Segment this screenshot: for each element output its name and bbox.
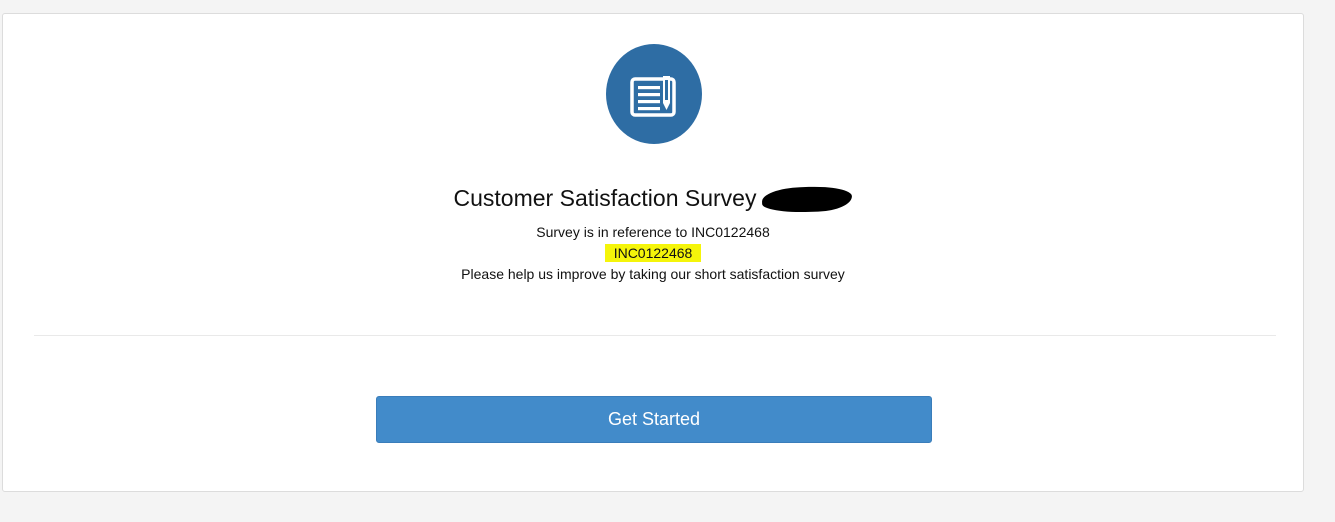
survey-card: Customer Satisfaction Survey Survey is i… [2,13,1304,492]
document-pen-icon [630,76,676,117]
incident-number-highlight: INC0122468 [604,244,702,262]
get-started-button[interactable]: Get Started [376,396,932,443]
survey-title-row: Customer Satisfaction Survey [3,182,1303,214]
redaction-mark [762,185,853,214]
survey-title: Customer Satisfaction Survey [453,185,757,211]
help-text: Please help us improve by taking our sho… [461,266,845,282]
survey-document-icon [606,44,702,144]
divider [34,335,1276,336]
incident-number-line: INC0122468 [3,244,1303,262]
reference-text: Survey is in reference to INC0122468 [536,224,770,240]
